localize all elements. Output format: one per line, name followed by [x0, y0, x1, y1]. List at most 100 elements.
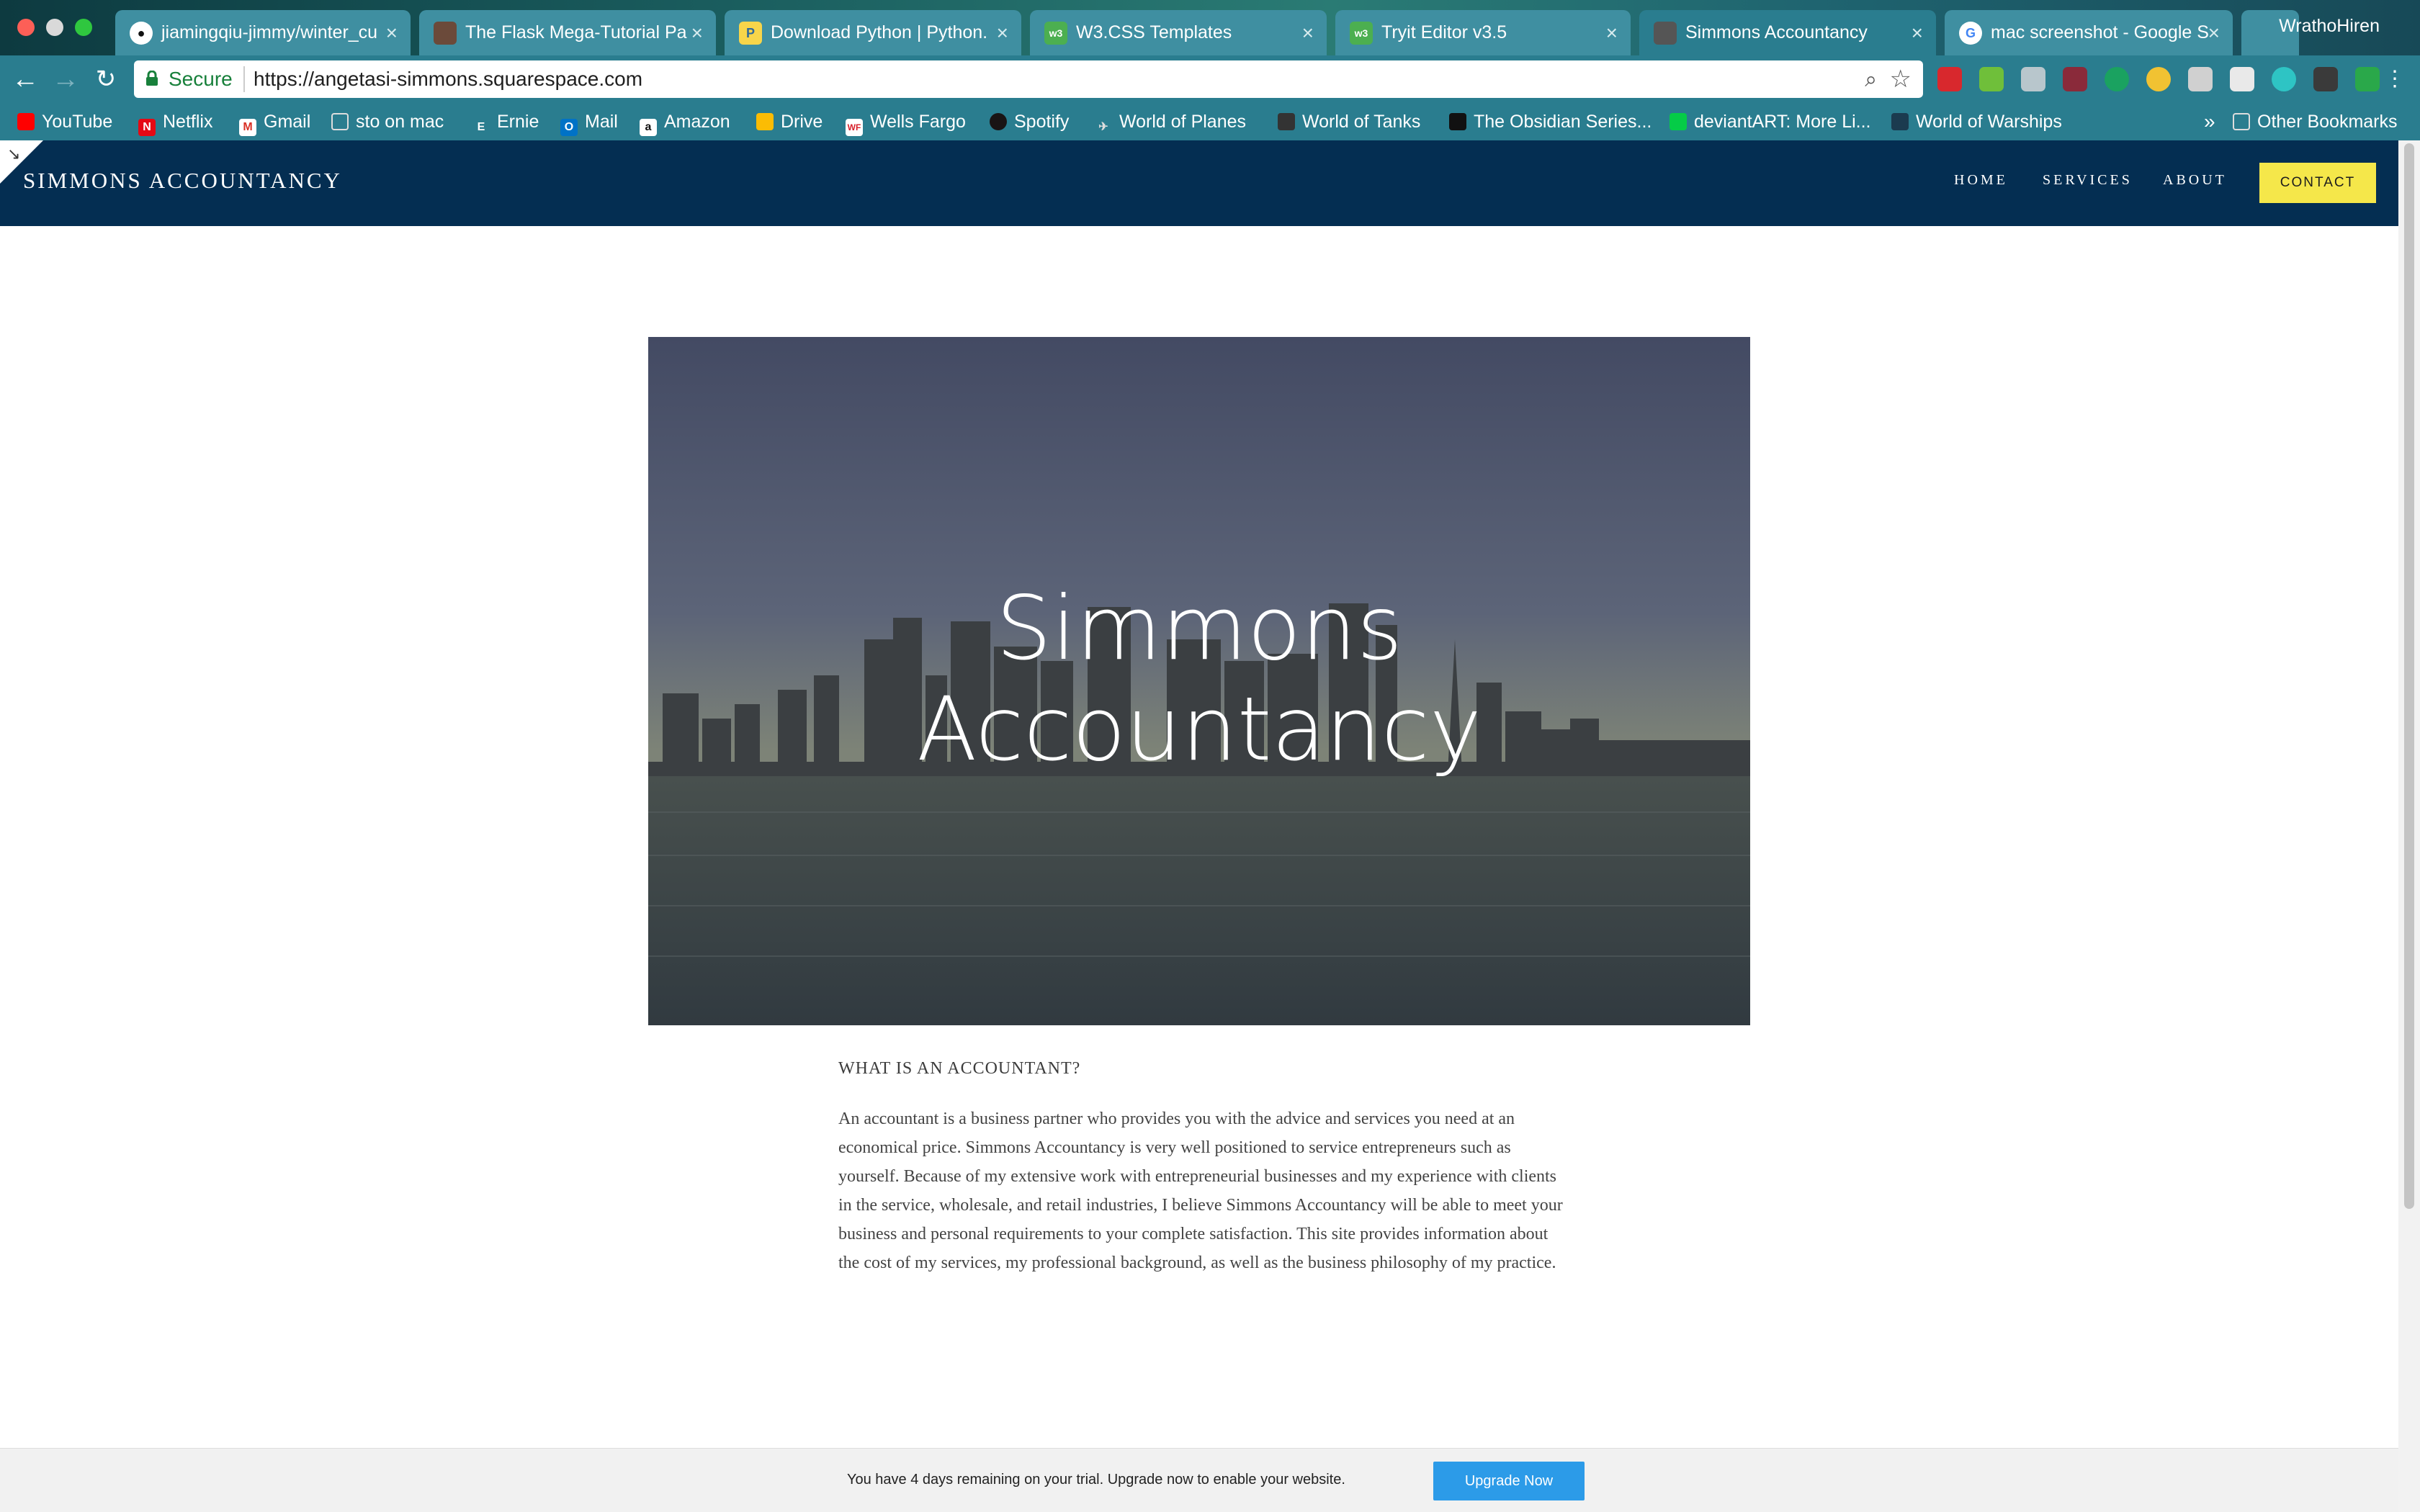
warships-icon [1891, 113, 1909, 130]
bookmark-world-of-warships[interactable]: World of Warships [1891, 103, 2062, 140]
url-text[interactable]: https://angetasi-simmons.squarespace.com [254, 68, 642, 91]
extension-upload-icon[interactable] [2021, 67, 2045, 91]
bookmark-netflix[interactable]: N Netflix [138, 103, 212, 140]
extension-bulb-icon[interactable] [2146, 67, 2171, 91]
outlook-icon: O [560, 119, 578, 136]
extension-medium-icon[interactable] [2313, 67, 2338, 91]
secure-label: Secure [169, 68, 233, 90]
tab-close-icon[interactable]: × [1302, 10, 1314, 55]
avatar-icon [434, 22, 457, 45]
window-minimize-button[interactable] [46, 19, 63, 36]
content-section: WHAT IS AN ACCOUNTANT? An accountant is … [838, 1059, 1573, 1277]
browser-tab[interactable]: P Download Python | Python. × [725, 10, 1021, 55]
extension-flm-icon[interactable] [2063, 67, 2087, 91]
bookmark-ernie[interactable]: E Ernie [472, 103, 539, 140]
tab-close-icon[interactable]: × [691, 10, 703, 55]
youtube-icon [17, 113, 35, 130]
web-page: ↘ SIMMONS ACCOUNTANCY HOME SERVICES ABOU… [0, 140, 2398, 1512]
page-scrollbar[interactable] [2398, 140, 2420, 1512]
w3-icon: w3 [1350, 22, 1373, 45]
tab-close-icon[interactable]: × [1912, 10, 1923, 55]
extension-screenshot-icon[interactable] [2188, 67, 2213, 91]
bookmark-wells-fargo[interactable]: WF Wells Fargo [846, 103, 966, 140]
extension-counter-icon[interactable] [2355, 67, 2380, 91]
browser-toolbar: ← → ↻ Secure https://angetasi-simmons.sq… [0, 55, 2420, 103]
other-bookmarks[interactable]: Other Bookmarks [2233, 103, 2398, 140]
bookmark-spotify[interactable]: Spotify [990, 103, 1069, 140]
bookmark-youtube[interactable]: YouTube [17, 103, 112, 140]
tab-close-icon[interactable]: × [386, 10, 398, 55]
bookmark-drive[interactable]: Drive [756, 103, 823, 140]
forward-arrow-icon[interactable]: → [49, 63, 82, 96]
bookmark-amazon[interactable]: a Amazon [640, 103, 730, 140]
section-heading: WHAT IS AN ACCOUNTANT? [838, 1059, 1081, 1078]
trial-message: You have 4 days remaining on your trial.… [847, 1472, 1345, 1488]
window-close-button[interactable] [17, 19, 35, 36]
netflix-icon: N [138, 119, 156, 136]
tab-close-icon[interactable]: × [997, 10, 1008, 55]
browser-tab[interactable]: The Flask Mega-Tutorial Pa × [419, 10, 716, 55]
bookmark-star-icon[interactable]: ☆ [1890, 65, 1912, 94]
site-header: ↘ SIMMONS ACCOUNTANCY HOME SERVICES ABOU… [0, 140, 2398, 226]
python-icon: P [739, 22, 762, 45]
tab-close-icon[interactable]: × [1606, 10, 1618, 55]
nav-home[interactable]: HOME [1954, 172, 2008, 189]
extension-print-icon[interactable] [1979, 67, 2004, 91]
folder-icon [2233, 113, 2250, 130]
bookmark-deviantart[interactable]: deviantART: More Li... [1670, 103, 1870, 140]
drive-icon [756, 113, 774, 130]
browser-chrome: ● jiamingqiu-jimmy/winter_cu × The Flask… [0, 0, 2420, 140]
tab-title: W3.CSS Templates [1076, 22, 1232, 42]
bookmark-sto-on-mac[interactable]: sto on mac [331, 103, 444, 140]
deviantart-icon [1670, 113, 1687, 130]
bookmarks-overflow-chevron[interactable]: » [2204, 103, 2215, 140]
nav-services[interactable]: SERVICES [2043, 172, 2133, 189]
nav-contact-button[interactable]: CONTACT [2259, 163, 2376, 203]
browser-tab[interactable]: w3 Tryit Editor v3.5 × [1335, 10, 1631, 55]
w3-icon: w3 [1044, 22, 1067, 45]
tab-strip: ● jiamingqiu-jimmy/winter_cu × The Flask… [0, 0, 2420, 55]
bookmark-world-of-tanks[interactable]: World of Tanks [1278, 103, 1420, 140]
bookmarks-bar: YouTube N Netflix M Gmail sto on mac E Erni… [0, 103, 2420, 140]
bookmark-mail[interactable]: O Mail [560, 103, 618, 140]
amazon-icon: a [640, 119, 657, 136]
bookmark-obsidian-series[interactable]: The Obsidian Series... [1449, 103, 1652, 140]
extension-grammarly-icon[interactable] [2105, 67, 2129, 91]
squarespace-icon [1654, 22, 1677, 45]
browser-tab[interactable]: G mac screenshot - Google S × [1945, 10, 2233, 55]
trial-banner: You have 4 days remaining on your trial.… [0, 1448, 2398, 1512]
browser-menu-icon[interactable]: ⋮ [2384, 67, 2406, 91]
ernie-icon: E [477, 121, 485, 133]
reload-icon[interactable]: ↻ [89, 63, 122, 96]
lock-icon [146, 71, 158, 86]
upgrade-now-button[interactable]: Upgrade Now [1433, 1462, 1585, 1500]
tanks-icon [1278, 113, 1295, 130]
tab-title: Tryit Editor v3.5 [1381, 22, 1507, 42]
github-icon: ● [130, 22, 153, 45]
browser-tab-active[interactable]: Simmons Accountancy × [1639, 10, 1936, 55]
zoom-icon[interactable]: ⌕ [1865, 68, 1877, 92]
collapse-arrow-icon[interactable]: ↘ [7, 145, 20, 163]
scrollbar-thumb[interactable] [2404, 143, 2414, 1209]
site-title[interactable]: SIMMONS ACCOUNTANCY [23, 168, 342, 194]
extension-abp-icon[interactable] [1937, 67, 1962, 91]
back-arrow-icon[interactable]: ← [9, 63, 42, 96]
obsidian-icon [1449, 113, 1466, 130]
window-maximize-button[interactable] [75, 19, 92, 36]
tab-close-icon[interactable]: × [2208, 10, 2220, 55]
browser-tab[interactable]: w3 W3.CSS Templates × [1030, 10, 1327, 55]
tab-title: jiamingqiu-jimmy/winter_cu [161, 22, 378, 42]
hero-banner: Simmons Accountancy [648, 337, 1750, 1025]
bookmark-gmail[interactable]: M Gmail [239, 103, 310, 140]
profile-name[interactable]: WrathoHiren [2279, 16, 2380, 37]
bookmark-world-of-planes[interactable]: ✈ World of Planes [1095, 103, 1246, 140]
browser-tab[interactable]: ● jiamingqiu-jimmy/winter_cu × [115, 10, 411, 55]
nav-about[interactable]: ABOUT [2163, 172, 2227, 189]
address-bar[interactable]: Secure https://angetasi-simmons.squaresp… [134, 60, 1923, 98]
extension-pen-icon[interactable] [2230, 67, 2254, 91]
spotify-icon [990, 113, 1007, 130]
url-divider [243, 66, 245, 92]
hero-title-line-2: Accountancy [917, 678, 1482, 780]
extension-m-icon[interactable] [2272, 67, 2296, 91]
section-paragraph: An accountant is a business partner who … [838, 1110, 1563, 1272]
